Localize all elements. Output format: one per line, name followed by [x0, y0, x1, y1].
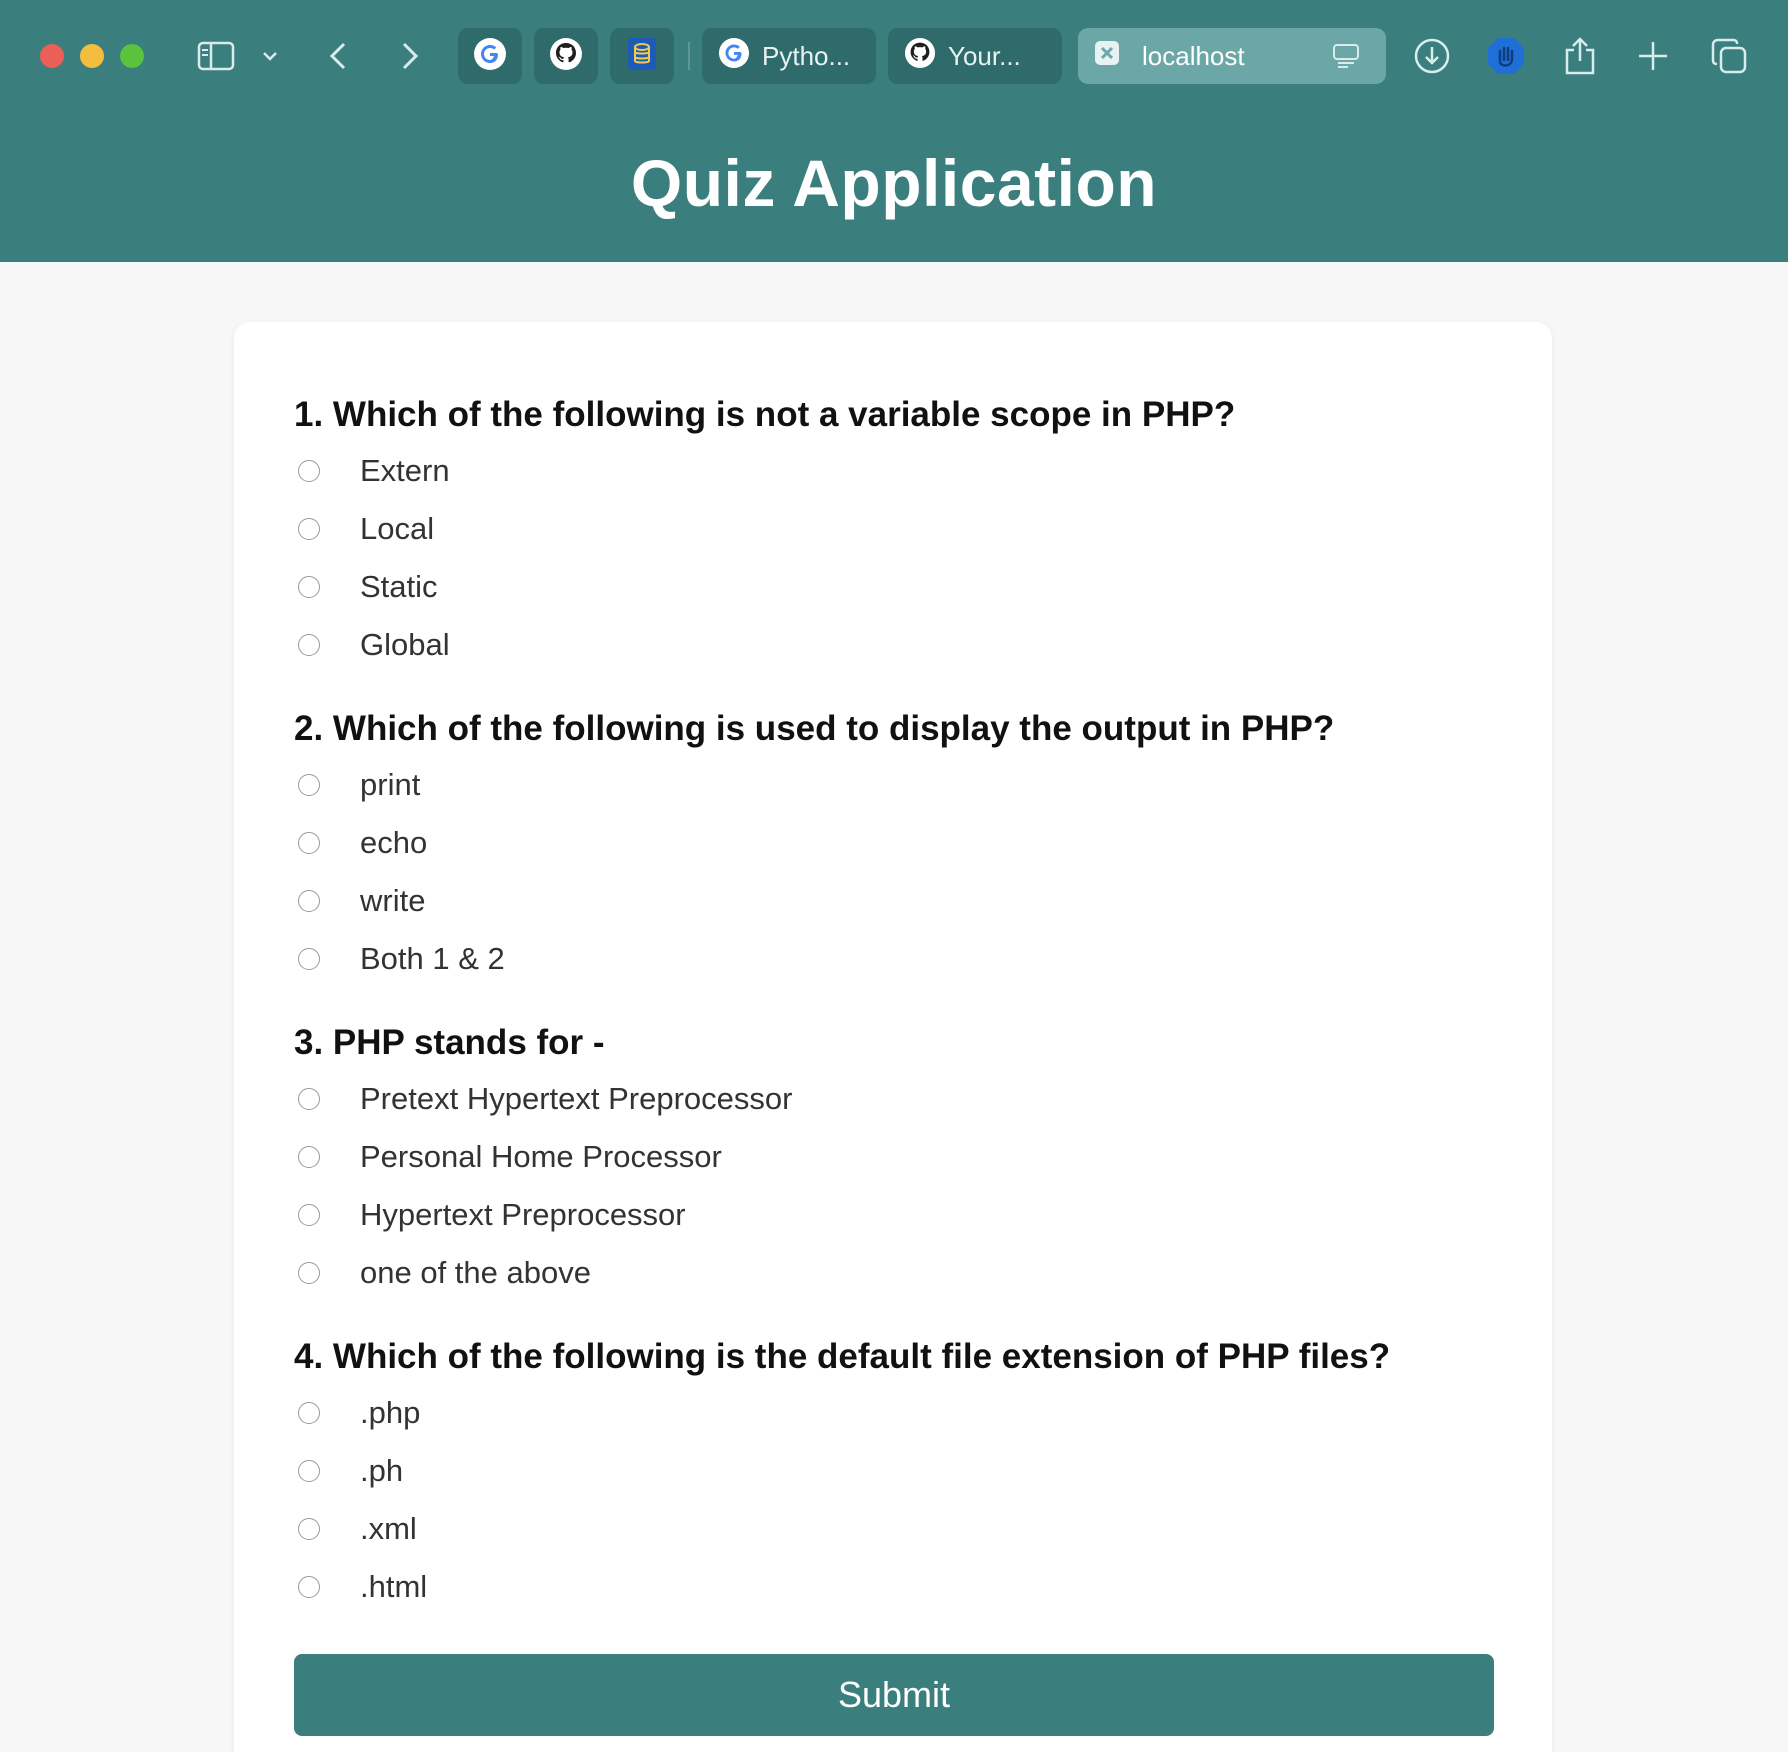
option-label[interactable]: write [360, 883, 425, 919]
download-icon[interactable] [1412, 30, 1452, 82]
option-row[interactable]: .ph [294, 1442, 1494, 1500]
option-row[interactable]: .php [294, 1384, 1494, 1442]
window-minimize-button[interactable] [80, 44, 104, 68]
back-icon[interactable] [324, 30, 352, 82]
share-icon[interactable] [1562, 30, 1598, 82]
option-label[interactable]: .php [360, 1395, 420, 1431]
tab-python[interactable]: Pytho... [702, 28, 876, 84]
question-text: 4. Which of the following is the default… [294, 1337, 1391, 1376]
tab-title: Pytho... [762, 40, 851, 71]
option-label[interactable]: .ph [360, 1453, 403, 1489]
pinned-tab-github[interactable] [534, 28, 598, 84]
github-icon [904, 37, 936, 76]
radio-button[interactable] [298, 576, 320, 598]
new-tab-icon[interactable] [1636, 30, 1670, 82]
window-close-button[interactable] [40, 44, 64, 68]
tab-separator [688, 42, 690, 70]
radio-button[interactable] [298, 774, 320, 796]
option-label[interactable]: Personal Home Processor [360, 1139, 722, 1175]
radio-button[interactable] [298, 1088, 320, 1110]
question-2: 2. Which of the following is used to dis… [294, 702, 1494, 988]
window-maximize-button[interactable] [120, 44, 144, 68]
reader-icon[interactable] [1332, 42, 1360, 77]
chevron-down-icon[interactable] [258, 30, 282, 82]
option-label[interactable]: Global [360, 627, 450, 663]
radio-button[interactable] [298, 1262, 320, 1284]
forward-icon[interactable] [396, 30, 424, 82]
question-1: 1. Which of the following is not a varia… [294, 388, 1494, 674]
tab-title: Your... [948, 40, 1021, 71]
question-text: 3. PHP stands for - [294, 1023, 605, 1062]
option-row[interactable]: Both 1 & 2 [294, 930, 1494, 988]
option-label[interactable]: echo [360, 825, 427, 861]
radio-button[interactable] [298, 1146, 320, 1168]
radio-button[interactable] [298, 1460, 320, 1482]
radio-button[interactable] [298, 890, 320, 912]
tab-overview-icon[interactable] [1710, 30, 1748, 82]
radio-button[interactable] [298, 1402, 320, 1424]
option-row[interactable]: .xml [294, 1500, 1494, 1558]
radio-button[interactable] [298, 1518, 320, 1540]
tab-github-your[interactable]: Your... [888, 28, 1062, 84]
radio-button[interactable] [298, 1204, 320, 1226]
option-label[interactable]: Local [360, 511, 434, 547]
google-icon [473, 37, 507, 76]
google-icon [718, 37, 750, 76]
radio-button[interactable] [298, 518, 320, 540]
option-label[interactable]: Hypertext Preprocessor [360, 1197, 686, 1233]
option-row[interactable]: Global [294, 616, 1494, 674]
pinned-tab-google[interactable] [458, 28, 522, 84]
option-row[interactable]: Pretext Hypertext Preprocessor [294, 1070, 1494, 1128]
radio-button[interactable] [298, 1576, 320, 1598]
option-row[interactable]: Local [294, 500, 1494, 558]
radio-button[interactable] [298, 948, 320, 970]
github-icon [549, 37, 583, 76]
question-3: 3. PHP stands for - Pretext Hypertext Pr… [294, 1016, 1494, 1302]
option-label[interactable]: Pretext Hypertext Preprocessor [360, 1081, 792, 1117]
adblock-hand-icon[interactable] [1486, 30, 1526, 82]
app-header: Quiz Application [0, 112, 1788, 262]
page-title: Quiz Application [630, 146, 1158, 220]
option-row[interactable]: Hypertext Preprocessor [294, 1186, 1494, 1244]
option-row[interactable]: one of the above [294, 1244, 1494, 1302]
option-label[interactable]: Both 1 & 2 [360, 941, 505, 977]
option-label[interactable]: print [360, 767, 420, 803]
option-row[interactable]: echo [294, 814, 1494, 872]
option-row[interactable]: write [294, 872, 1494, 930]
tab-localhost[interactable]: localhost [1078, 28, 1386, 84]
quiz-card: 1. Which of the following is not a varia… [234, 322, 1552, 1752]
option-label[interactable]: .xml [360, 1511, 417, 1547]
browser-toolbar: Pytho... Your... localhost [0, 0, 1788, 112]
option-row[interactable]: Static [294, 558, 1494, 616]
option-label[interactable]: Static [360, 569, 438, 605]
option-label[interactable]: .html [360, 1569, 427, 1605]
tab-title: localhost [1142, 40, 1245, 71]
option-row[interactable]: Extern [294, 442, 1494, 500]
pinned-tab-database[interactable] [610, 28, 674, 84]
database-icon [627, 37, 657, 76]
question-text: 2. Which of the following is used to dis… [294, 709, 1335, 748]
close-tab-icon[interactable] [1094, 40, 1120, 73]
question-4: 4. Which of the following is the default… [294, 1330, 1494, 1616]
option-label[interactable]: one of the above [360, 1255, 591, 1291]
option-row[interactable]: print [294, 756, 1494, 814]
option-label[interactable]: Extern [360, 453, 450, 489]
radio-button[interactable] [298, 832, 320, 854]
radio-button[interactable] [298, 634, 320, 656]
sidebar-toggle-icon[interactable] [194, 30, 238, 82]
radio-button[interactable] [298, 460, 320, 482]
question-text: 1. Which of the following is not a varia… [294, 395, 1236, 434]
submit-button[interactable]: Submit [294, 1654, 1494, 1736]
option-row[interactable]: .html [294, 1558, 1494, 1616]
option-row[interactable]: Personal Home Processor [294, 1128, 1494, 1186]
